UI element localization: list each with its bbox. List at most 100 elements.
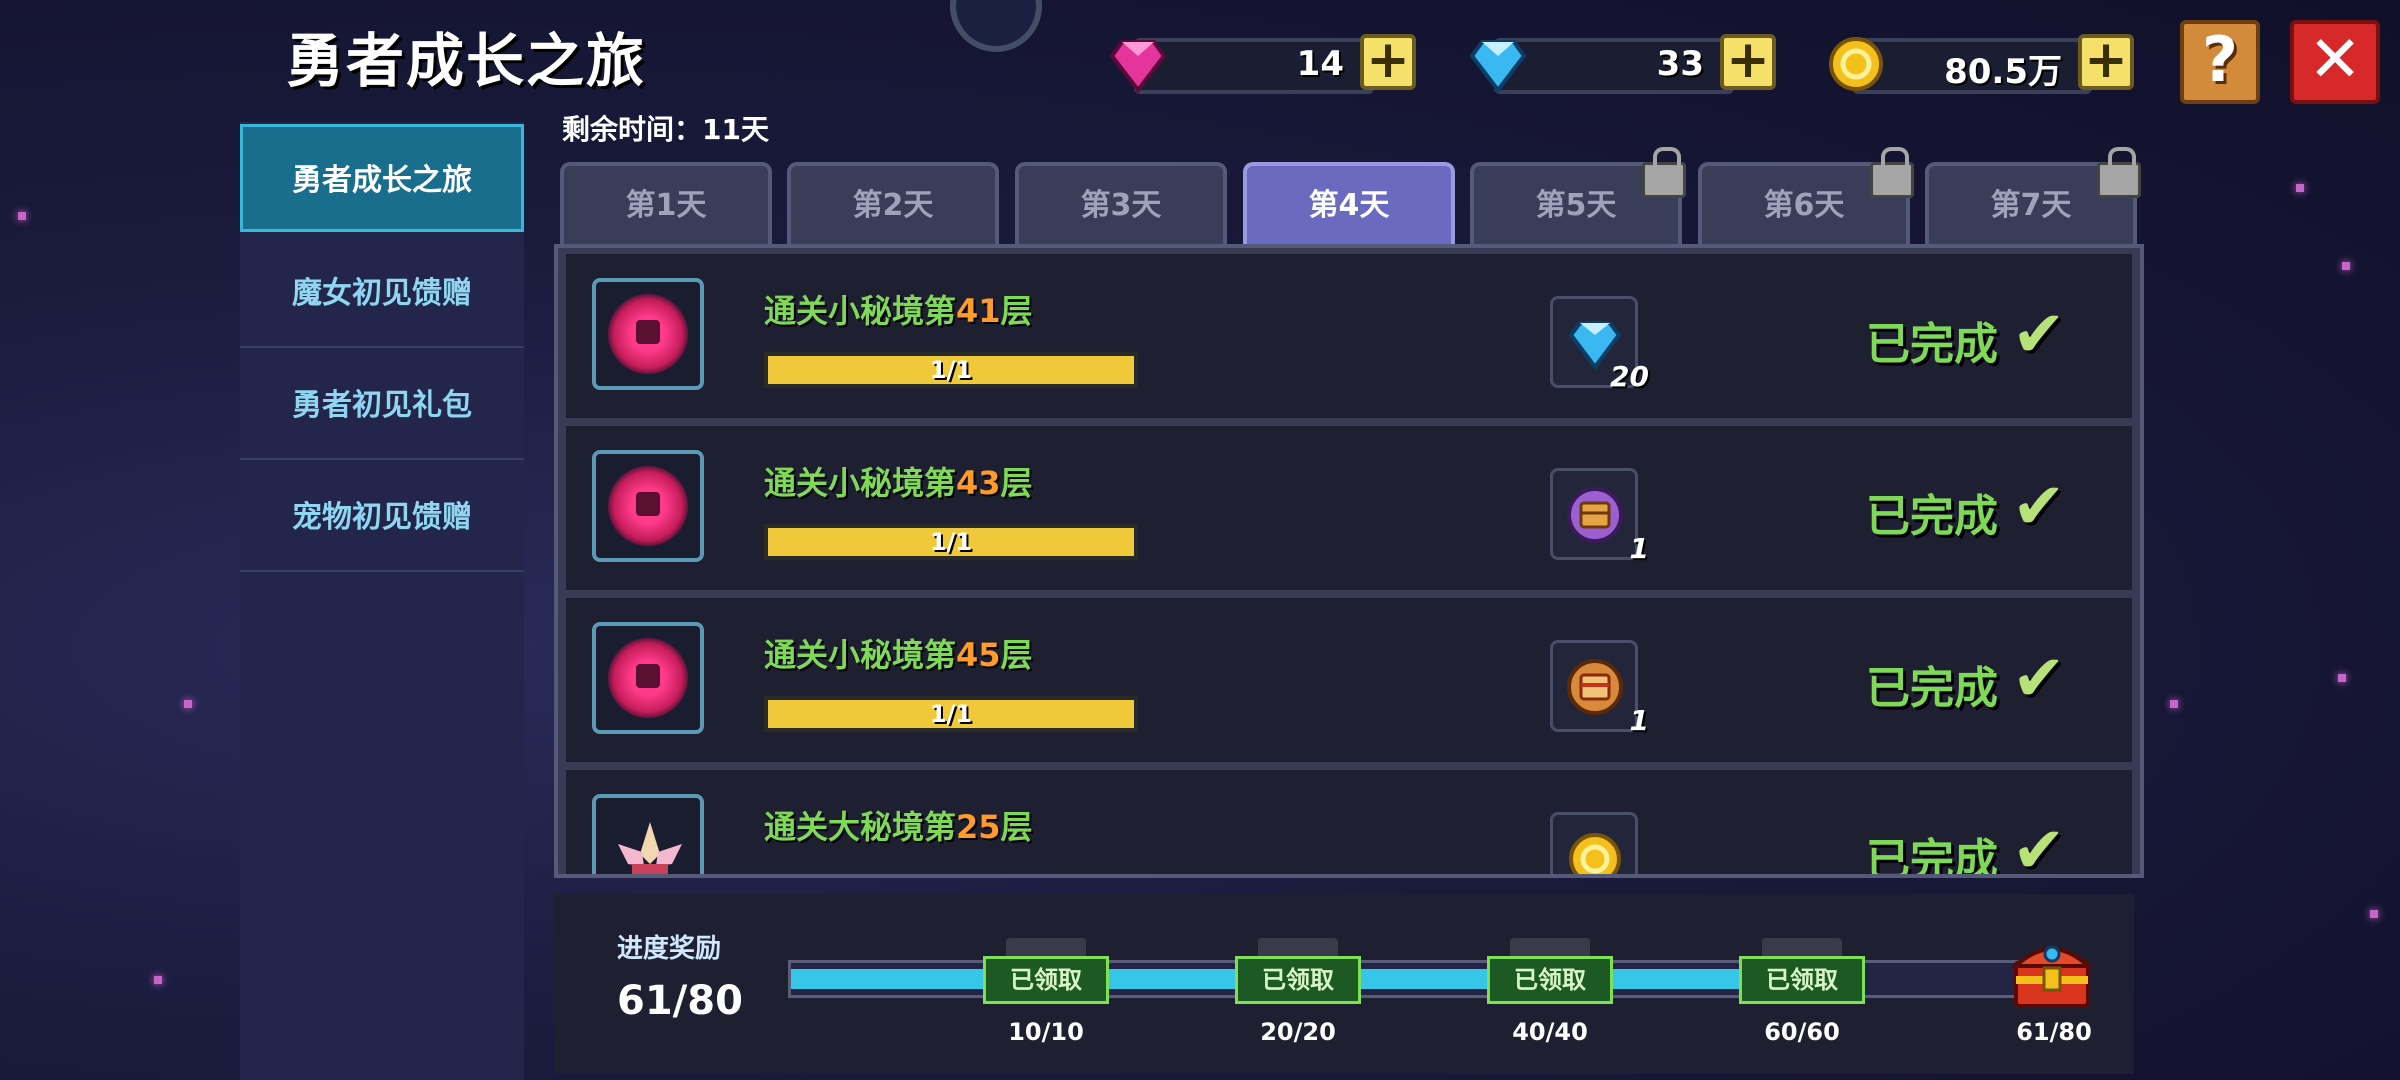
secret-realm-icon	[592, 450, 704, 562]
milestone-claimed-button[interactable]: 已领取	[1739, 956, 1865, 1004]
task-title-prefix: 通关小秘境第	[764, 636, 957, 674]
checkmark-icon: ✔	[2012, 814, 2066, 878]
milestone-label: 20/20	[1260, 1018, 1336, 1046]
tab-day-6[interactable]: 第6天	[1698, 147, 1914, 244]
task-title-prefix: 通关小秘境第	[764, 464, 957, 502]
add-gold-coins-button[interactable]: +	[2078, 34, 2134, 90]
currency-blue-diamonds: 33 +	[1468, 34, 1780, 94]
progress-reward-value: 61/80	[617, 978, 743, 1024]
tab-day-3[interactable]: 第3天	[1015, 162, 1227, 244]
milestone-claimed-button[interactable]: 已领取	[1487, 956, 1613, 1004]
purple-chest-icon	[1567, 487, 1623, 543]
status-completed: 已完成	[1866, 663, 1998, 714]
page-title: 勇者成长之旅	[286, 27, 647, 95]
tab-label: 第3天	[1080, 188, 1162, 223]
reward-frame-decoration	[1510, 938, 1590, 958]
progress-track	[788, 960, 2058, 998]
task-level: 43	[956, 464, 1001, 502]
sidebar-item-pet-gift[interactable]: 宠物初见馈赠	[240, 464, 524, 572]
currency-pink-gems: 14 +	[1108, 34, 1420, 94]
secret-realm-icon	[592, 622, 704, 734]
reward-count: 1	[1629, 532, 1649, 565]
reward-count: 1	[1629, 704, 1649, 737]
tab-label: 第1天	[625, 188, 707, 223]
status-completed: 已完成	[1866, 491, 1998, 542]
milestone-label: 10/10	[1008, 1018, 1084, 1046]
help-button[interactable]: ?	[2180, 20, 2260, 104]
star-decoration	[2338, 674, 2346, 682]
reward-count: 20	[1610, 360, 1649, 393]
remaining-time: 剩余时间：11天	[562, 113, 769, 146]
task-row: 通关大秘境第25层 已完成 ✔	[566, 770, 2132, 878]
task-row: 通关小秘境第45层 1/1 1 已完成 ✔	[566, 598, 2132, 766]
star-decoration	[2342, 262, 2350, 270]
lock-icon	[2097, 147, 2141, 198]
currency-gold-coins: 80.5万 +	[1826, 34, 2138, 94]
reward-slot[interactable]: 20	[1550, 296, 1649, 393]
sidebar-item-witch-gift[interactable]: 魔女初见馈赠	[240, 240, 524, 348]
task-title-suffix: 层	[1000, 636, 1033, 674]
milestone-claimed-button[interactable]: 已领取	[983, 956, 1109, 1004]
currency-value: 33	[1656, 44, 1704, 84]
tab-label: 第6天	[1763, 188, 1845, 223]
lock-icon	[1870, 147, 1914, 198]
task-row: 通关小秘境第43层 1/1 1 已完成 ✔	[566, 426, 2132, 594]
task-progress-bar: 1/1	[764, 696, 1138, 732]
task-progress-bar: 1/1	[764, 352, 1138, 388]
tab-day-4[interactable]: 第4天	[1243, 162, 1455, 244]
task-title-prefix: 通关大秘境第	[764, 808, 957, 846]
tab-label: 第2天	[852, 188, 934, 223]
star-decoration	[2296, 184, 2304, 192]
final-reward-label: 61/80	[2016, 1018, 2092, 1046]
gold-coin-icon	[1569, 833, 1621, 874]
star-decoration	[18, 212, 26, 220]
task-title-suffix: 层	[1000, 808, 1033, 846]
secret-realm-icon	[592, 278, 704, 390]
task-title-prefix: 通关小秘境第	[764, 292, 957, 330]
close-button[interactable]: ✕	[2290, 20, 2380, 104]
orange-chest-icon	[1567, 659, 1623, 715]
task-progress-bar: 1/1	[764, 524, 1138, 560]
task-level: 25	[956, 808, 1001, 846]
reward-slot[interactable]	[1550, 812, 1638, 874]
progress-reward-label: 进度奖励	[617, 934, 722, 964]
sidebar: 勇者成长之旅 魔女初见馈赠 勇者初见礼包 宠物初见馈赠	[240, 122, 524, 1080]
flower-graphic	[618, 822, 682, 874]
task-progress-text: 1/1	[929, 700, 973, 728]
reward-frame-decoration	[1762, 938, 1842, 958]
task-level: 45	[956, 636, 1001, 674]
milestone-claimed-button[interactable]: 已领取	[1235, 956, 1361, 1004]
tab-day-5[interactable]: 第5天	[1470, 147, 1686, 244]
star-decoration	[154, 976, 162, 984]
sidebar-item-hero-journey[interactable]: 勇者成长之旅	[240, 124, 524, 232]
task-list[interactable]: 通关小秘境第41层 1/1 20 已完成 ✔ 通关小秘境第43层 1/1 1 已…	[554, 244, 2144, 878]
task-title: 通关小秘境第43层	[764, 458, 1033, 504]
crown-flower-icon	[592, 794, 704, 874]
tab-day-2[interactable]: 第2天	[787, 162, 999, 244]
task-row: 通关小秘境第41层 1/1 20 已完成 ✔	[566, 254, 2132, 422]
top-handle	[950, 0, 1042, 52]
reward-frame-decoration	[1006, 938, 1086, 958]
status-completed: 已完成	[1866, 319, 1998, 370]
milestone-label: 40/40	[1512, 1018, 1588, 1046]
reward-slot[interactable]: 1	[1550, 468, 1649, 565]
tab-day-1[interactable]: 第1天	[560, 162, 772, 244]
task-title: 通关小秘境第45层	[764, 630, 1033, 676]
task-progress-text: 1/1	[929, 356, 973, 384]
task-progress-text: 1/1	[929, 528, 973, 556]
add-pink-gems-button[interactable]: +	[1360, 34, 1416, 90]
currency-value: 14	[1296, 44, 1344, 84]
lock-icon	[1642, 147, 1686, 198]
add-blue-diamonds-button[interactable]: +	[1720, 34, 1776, 90]
tab-day-7[interactable]: 第7天	[1925, 147, 2141, 244]
blue-diamond-icon	[1469, 40, 1527, 94]
treasure-chest-icon[interactable]	[2010, 932, 2094, 1012]
task-title: 通关小秘境第41层	[764, 286, 1033, 332]
checkmark-icon: ✔	[2012, 642, 2066, 716]
tab-label: 第7天	[1990, 188, 2072, 223]
task-title: 通关大秘境第25层	[764, 802, 1033, 848]
task-level: 41	[956, 292, 1001, 330]
sidebar-item-hero-package[interactable]: 勇者初见礼包	[240, 352, 524, 460]
task-title-suffix: 层	[1000, 464, 1033, 502]
reward-slot[interactable]: 1	[1550, 640, 1649, 737]
